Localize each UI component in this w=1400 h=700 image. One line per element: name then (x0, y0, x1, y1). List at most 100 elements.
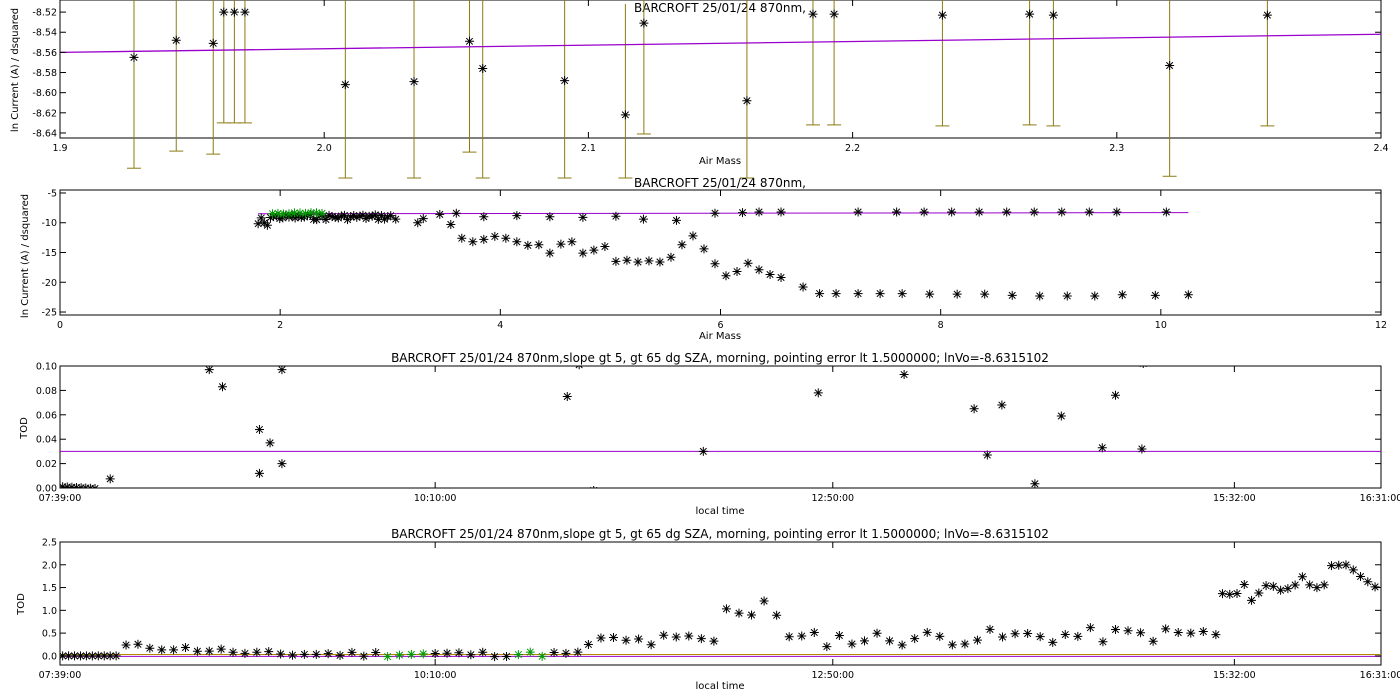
y-tick-label: 1.5 (42, 583, 57, 594)
selected-point (537, 651, 547, 661)
data-point (1363, 577, 1373, 587)
y-tick-label: -10 (41, 218, 57, 229)
lower-branch-point (677, 240, 687, 250)
y-tick-label: -8.60 (32, 88, 57, 99)
data-point (204, 366, 214, 375)
selected-point (394, 650, 404, 660)
data-point (229, 7, 239, 17)
lower-branch-point (655, 257, 665, 267)
x-tick-label: 15:32:00 (1213, 670, 1256, 681)
upper-branch-point (611, 211, 621, 221)
data-point (1010, 629, 1020, 639)
y-tick-label: -15 (41, 248, 57, 259)
data-point (620, 110, 630, 120)
data-point (121, 640, 131, 650)
lower-branch-point (732, 267, 742, 277)
data-point (1232, 589, 1242, 599)
upper-branch-point (512, 211, 522, 221)
lower-branch-point (1062, 291, 1072, 301)
data-point (684, 631, 694, 641)
data-point (1319, 580, 1329, 590)
data-point (323, 649, 333, 659)
selected-point (317, 208, 327, 218)
data-point (1276, 585, 1286, 595)
panel-tod-full: BARCROFT 25/01/24 870nm,slope gt 5, gt 6… (16, 527, 1400, 692)
data-point (809, 627, 819, 637)
upper-branch-point (1112, 207, 1122, 217)
data-point (621, 635, 631, 645)
data-point (276, 649, 286, 659)
data-point (897, 640, 907, 650)
data-point (935, 631, 945, 641)
lower-branch-point (666, 252, 676, 262)
data-point (834, 631, 844, 641)
data-point (671, 632, 681, 642)
data-point (171, 35, 181, 45)
data-point (409, 77, 419, 87)
panel-tod-zoom: BARCROFT 25/01/24 870nm,slope gt 5, gt 6… (19, 351, 1400, 517)
upper-branch-point (754, 207, 764, 217)
y-axis-label: TOD (19, 417, 30, 440)
y-tick-label: -5 (48, 188, 57, 199)
upper-branch-point (1002, 207, 1012, 217)
data-point (947, 640, 957, 650)
data-point (217, 382, 227, 392)
lower-branch-point (644, 256, 654, 266)
data-point (997, 400, 1007, 410)
data-point (252, 647, 262, 657)
data-point (157, 645, 167, 655)
data-point (1217, 589, 1227, 599)
upper-branch-point (710, 208, 720, 218)
y-axis-label: ln Current (A) / dsquared (20, 194, 31, 318)
data-point (1035, 632, 1045, 642)
data-point (859, 636, 869, 646)
data-point (1254, 588, 1264, 598)
data-point (646, 640, 656, 650)
data-point (371, 648, 381, 658)
data-point (264, 647, 274, 657)
x-tick-label: 12:50:00 (811, 670, 854, 681)
selected-point (418, 649, 428, 659)
x-tick-label: 16:31:00 (1360, 670, 1400, 681)
data-point (922, 627, 932, 637)
data-point (698, 446, 708, 456)
plot-frame (59, 189, 1382, 316)
lower-branch-point (776, 273, 786, 282)
x-axis-label: local time (695, 506, 744, 517)
data-point (1186, 628, 1196, 638)
data-point (219, 7, 229, 17)
data-point (1048, 10, 1058, 20)
data-point (972, 635, 982, 645)
data-point (885, 636, 895, 646)
y-tick-label: -8.64 (32, 128, 57, 139)
data-point (1173, 628, 1183, 638)
y-tick-label: -8.62 (32, 108, 57, 119)
data-point (1085, 623, 1095, 633)
x-tick-label: 0 (57, 320, 63, 331)
data-point (240, 7, 250, 17)
chart-title: BARCROFT 25/01/24 870nm,slope gt 5, gt 6… (391, 351, 1049, 365)
data-point (311, 649, 321, 659)
plot-frame (59, 541, 1382, 666)
y-tick-label: 0.0 (42, 651, 57, 662)
y-tick-label: 0.06 (36, 410, 57, 421)
fit-line (59, 33, 1382, 54)
lower-branch-point (853, 289, 863, 299)
data-point (747, 610, 757, 620)
panel-airmass-zoom: BARCROFT 25/01/24 870nm, Air Mass ln Cur… (10, 0, 1389, 179)
x-tick-label: 4 (497, 320, 503, 331)
data-point (1136, 628, 1146, 638)
data-point (1123, 626, 1133, 636)
upper-branch-point (1084, 207, 1094, 217)
lower-branch-point (721, 271, 731, 281)
lower-branch-point (831, 289, 841, 299)
x-tick-label: 2.0 (317, 143, 332, 154)
data-point (254, 468, 264, 478)
chart-title: BARCROFT 25/01/24 870nm,slope gt 5, gt 6… (391, 527, 1049, 541)
y-axis-label: TOD (16, 593, 27, 616)
data-point (454, 648, 464, 658)
lower-branch-point (633, 257, 643, 267)
data-point (465, 36, 475, 46)
data-point (1262, 10, 1272, 20)
lower-branch-point (875, 289, 885, 299)
